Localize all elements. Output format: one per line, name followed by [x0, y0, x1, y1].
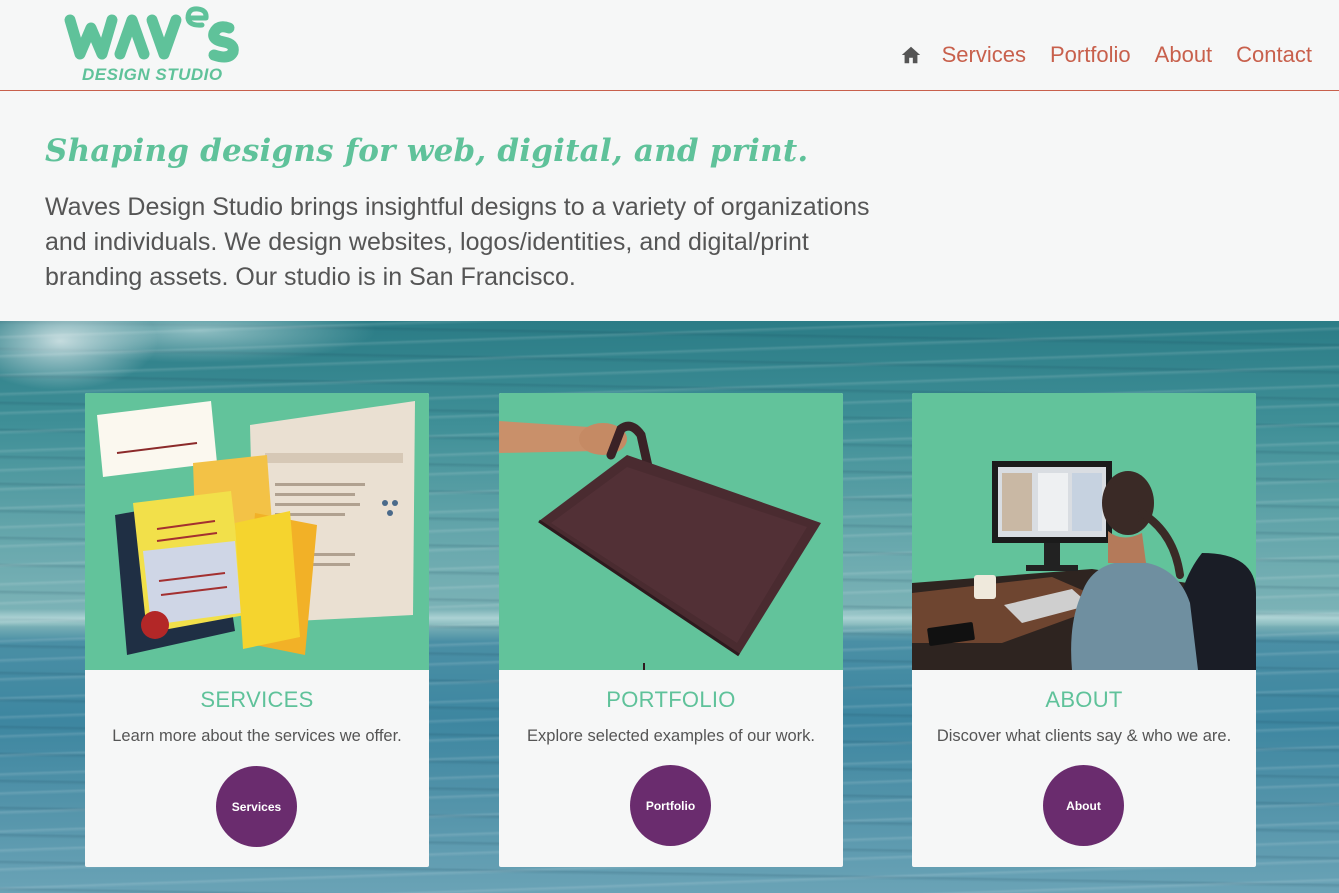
- portfolio-description: Explore selected examples of our work.: [527, 727, 815, 745]
- about-button[interactable]: About: [1043, 765, 1124, 846]
- nav-about[interactable]: About: [1155, 40, 1213, 70]
- services-description: Learn more about the services we offer.: [112, 727, 402, 745]
- services-title: SERVICES: [200, 687, 314, 712]
- intro-text: Waves Design Studio brings insightful de…: [45, 193, 870, 291]
- site-header: DESIGN STUDIO Services Portfolio About C…: [0, 0, 1339, 91]
- home-icon[interactable]: [900, 44, 942, 66]
- about-card: ABOUT Discover what clients say & who we…: [912, 393, 1256, 867]
- logo-subtitle: DESIGN STUDIO: [82, 65, 223, 84]
- portfolio-title: PORTFOLIO: [606, 687, 736, 712]
- main-nav: Services Portfolio About Contact: [900, 40, 1312, 70]
- portfolio-card: PORTFOLIO Explore selected examples of o…: [499, 393, 843, 867]
- services-button[interactable]: Services: [216, 766, 297, 847]
- portfolio-button[interactable]: Portfolio: [630, 765, 711, 846]
- about-image: [912, 393, 1256, 670]
- portfolio-image: [499, 393, 843, 670]
- nav-contact[interactable]: Contact: [1236, 40, 1312, 70]
- services-image: [85, 393, 429, 670]
- tagline: Shaping designs for web, digital, and pr…: [45, 133, 809, 169]
- nav-portfolio[interactable]: Portfolio: [1050, 40, 1131, 70]
- logo[interactable]: DESIGN STUDIO: [62, 6, 244, 88]
- about-title: ABOUT: [1045, 687, 1123, 712]
- nav-services[interactable]: Services: [942, 40, 1026, 70]
- about-description: Discover what clients say & who we are.: [936, 727, 1232, 745]
- logo-wordmark: [64, 6, 239, 63]
- services-card: SERVICES Learn more about the services w…: [85, 393, 429, 867]
